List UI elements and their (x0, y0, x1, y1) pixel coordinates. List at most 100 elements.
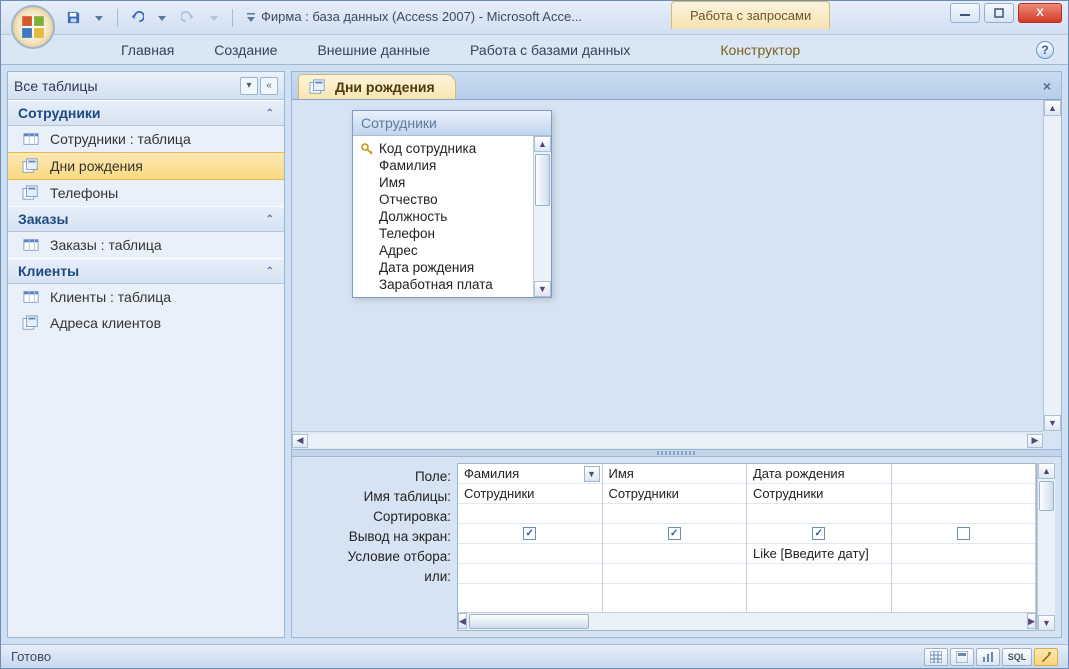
field-label: Заработная плата (379, 277, 493, 292)
field-row[interactable]: Телефон (353, 225, 533, 242)
ribbon-tab-design[interactable]: Конструктор (700, 36, 820, 64)
scroll-left-icon[interactable]: ◀ (458, 613, 467, 629)
table-icon (22, 289, 40, 305)
close-document-icon[interactable]: × (1043, 78, 1051, 94)
grid-cell[interactable] (747, 564, 891, 584)
nav-item[interactable]: Телефоны (8, 180, 284, 206)
checkbox[interactable]: ✓ (523, 527, 536, 540)
field-list[interactable]: Код сотрудникаФамилияИмяОтчествоДолжност… (353, 136, 533, 297)
field-label: Имя (379, 175, 405, 190)
field-row[interactable]: Адрес (353, 242, 533, 259)
save-icon[interactable] (61, 7, 85, 29)
scroll-up-icon[interactable]: ▲ (1044, 100, 1061, 116)
office-button[interactable] (11, 5, 55, 49)
grid-cell[interactable]: Дата рождения (747, 464, 891, 484)
redo-icon[interactable] (176, 7, 200, 29)
qat-dropdown-icon[interactable] (87, 7, 111, 29)
tablebox-scrollbar[interactable]: ▲ ▼ (533, 136, 551, 297)
scroll-down-icon[interactable]: ▼ (1038, 615, 1055, 631)
grid-vscrollbar[interactable]: ▲ ▼ (1037, 463, 1055, 631)
nav-item[interactable]: Сотрудники : таблица (8, 126, 284, 152)
grid-cell[interactable] (892, 484, 1036, 504)
close-button[interactable]: X (1018, 3, 1062, 23)
view-sql-icon[interactable]: SQL (1002, 648, 1032, 666)
grid-cell[interactable] (892, 564, 1036, 584)
grid-cell[interactable] (603, 564, 747, 584)
ribbon-tab-dbtools[interactable]: Работа с базами данных (450, 36, 650, 64)
grid-cell[interactable] (747, 504, 891, 524)
grid-cell[interactable]: Фамилия▼ (458, 464, 602, 484)
redo-dropdown-icon[interactable] (202, 7, 226, 29)
grid-cell[interactable] (892, 544, 1036, 564)
grid-cell[interactable]: Сотрудники (603, 484, 747, 504)
field-row[interactable]: Имя (353, 174, 533, 191)
nav-item[interactable]: Дни рождения (8, 152, 284, 180)
navpane-menu-icon[interactable]: ▾ (240, 77, 258, 95)
view-datasheet-icon[interactable] (924, 648, 948, 666)
checkbox[interactable]: ✓ (812, 527, 825, 540)
grid-columns[interactable]: Фамилия▼Сотрудники✓ИмяСотрудники✓Дата ро… (458, 464, 1036, 612)
navpane-header[interactable]: Все таблицы ▾ « (8, 72, 284, 100)
table-box[interactable]: Сотрудники Код сотрудникаФамилияИмяОтчес… (352, 110, 552, 298)
scroll-thumb[interactable] (535, 154, 550, 206)
grid-hscrollbar[interactable]: ◀ ▶ (458, 612, 1036, 630)
grid-cell[interactable]: ✓ (747, 524, 891, 544)
grid-cell[interactable] (603, 504, 747, 524)
nav-group-header[interactable]: Заказы⌃ (8, 206, 284, 232)
grid-cell[interactable] (458, 544, 602, 564)
grid-cell[interactable]: ✓ (603, 524, 747, 544)
ribbon-tab-home[interactable]: Главная (101, 36, 194, 64)
scroll-down-icon[interactable]: ▼ (1044, 415, 1061, 431)
undo-dropdown-icon[interactable] (150, 7, 174, 29)
nav-item[interactable]: Адреса клиентов (8, 310, 284, 336)
grid-cell[interactable]: Like [Введите дату] (747, 544, 891, 564)
view-design-icon[interactable] (1034, 648, 1058, 666)
checkbox[interactable]: ✓ (668, 527, 681, 540)
maximize-button[interactable] (984, 3, 1014, 23)
grid-cell[interactable] (458, 564, 602, 584)
scroll-up-icon[interactable]: ▲ (1038, 463, 1055, 479)
view-pivot-icon[interactable] (950, 648, 974, 666)
grid-cell[interactable] (892, 464, 1036, 484)
field-row[interactable]: Должность (353, 208, 533, 225)
scroll-right-icon[interactable]: ▶ (1027, 613, 1036, 629)
pane-vscrollbar[interactable]: ▲ ▼ (1043, 100, 1061, 431)
scroll-thumb[interactable] (1039, 481, 1054, 511)
scroll-down-icon[interactable]: ▼ (534, 281, 551, 297)
view-chart-icon[interactable] (976, 648, 1000, 666)
minimize-button[interactable] (950, 3, 980, 23)
navpane-collapse-icon[interactable]: « (260, 77, 278, 95)
field-row[interactable]: Заработная плата (353, 276, 533, 293)
nav-item[interactable]: Заказы : таблица (8, 232, 284, 258)
checkbox[interactable] (957, 527, 970, 540)
scroll-up-icon[interactable]: ▲ (534, 136, 551, 152)
grid-cell[interactable]: ✓ (458, 524, 602, 544)
dropdown-icon[interactable]: ▼ (584, 466, 600, 482)
field-row[interactable]: Отчество (353, 191, 533, 208)
ribbon-tab-create[interactable]: Создание (194, 36, 297, 64)
nav-group-header[interactable]: Клиенты⌃ (8, 258, 284, 284)
field-row[interactable]: Дата рождения (353, 259, 533, 276)
tables-pane[interactable]: Сотрудники Код сотрудникаФамилияИмяОтчес… (292, 100, 1061, 449)
query-icon (22, 315, 40, 331)
grid-cell[interactable]: Сотрудники (458, 484, 602, 504)
grid-cell[interactable]: Имя (603, 464, 747, 484)
nav-item[interactable]: Клиенты : таблица (8, 284, 284, 310)
nav-group-header[interactable]: Сотрудники⌃ (8, 100, 284, 126)
scroll-left-icon[interactable]: ◀ (292, 434, 308, 448)
help-icon[interactable]: ? (1036, 41, 1054, 59)
scroll-right-icon[interactable]: ▶ (1027, 434, 1043, 448)
undo-icon[interactable] (124, 7, 148, 29)
field-row[interactable]: Код сотрудника (353, 140, 533, 157)
grid-cell[interactable] (603, 544, 747, 564)
qat-customize-icon[interactable] (239, 7, 263, 29)
grid-cell[interactable] (892, 504, 1036, 524)
field-row[interactable]: Фамилия (353, 157, 533, 174)
grid-cell[interactable] (892, 524, 1036, 544)
scroll-thumb[interactable] (469, 614, 589, 629)
grid-cell[interactable]: Сотрудники (747, 484, 891, 504)
ribbon-tab-external[interactable]: Внешние данные (297, 36, 450, 64)
grid-cell[interactable] (458, 504, 602, 524)
splitter[interactable] (292, 449, 1061, 457)
document-tab[interactable]: Дни рождения (298, 74, 456, 99)
